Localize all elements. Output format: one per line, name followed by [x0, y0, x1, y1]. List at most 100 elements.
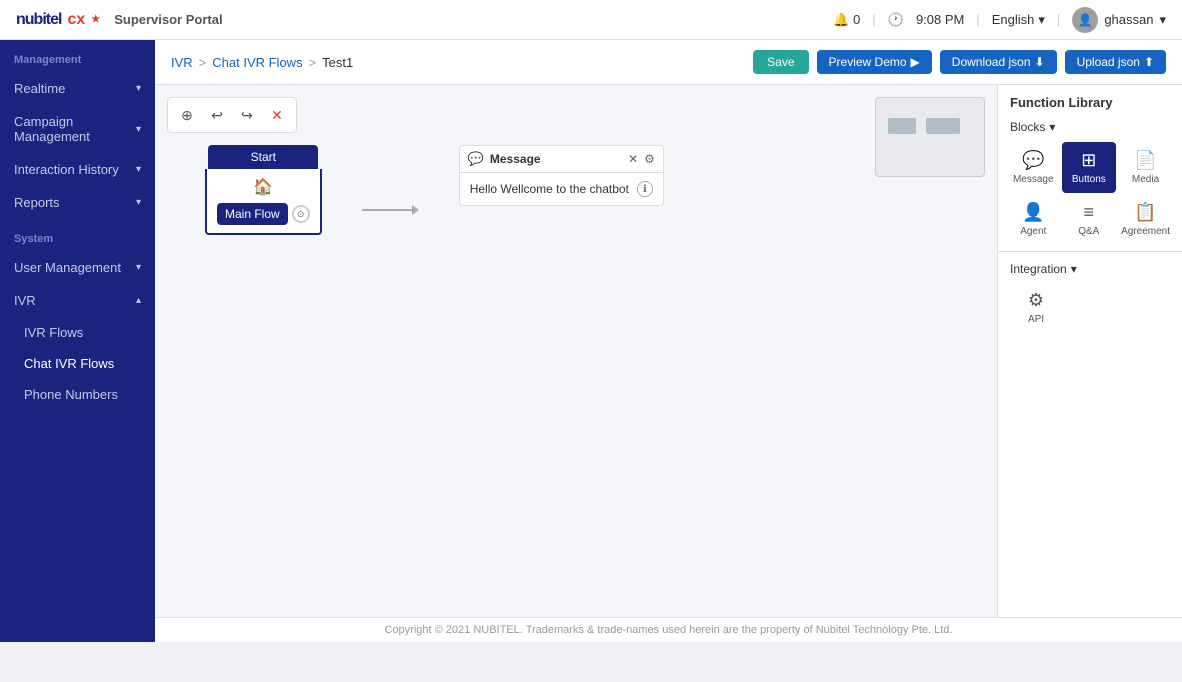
upload-label: Upload json	[1077, 55, 1140, 69]
message-title-row: 💬 Message	[468, 151, 541, 167]
arrow-connector	[362, 205, 419, 215]
blocks-dropdown[interactable]: Blocks ▾	[998, 116, 1182, 142]
user-menu[interactable]: 👤 ghassan ▾	[1072, 7, 1166, 33]
qa-func-label: Q&A	[1078, 226, 1099, 237]
canvas-wrapper: ⊕ ↩ ↪ ✕ Start 🏠	[155, 85, 1182, 642]
sidebar-sub-item-label: Chat IVR Flows	[24, 356, 114, 371]
function-item-qa[interactable]: ≡ Q&A	[1062, 194, 1117, 245]
canvas-clear-btn[interactable]: ✕	[264, 102, 290, 128]
breadcrumb-current: Test1	[322, 55, 353, 70]
buttons-func-icon: ⊞	[1081, 150, 1096, 171]
integration-dropdown[interactable]: Integration ▾	[998, 258, 1182, 284]
logo-cx: cx	[67, 11, 85, 29]
page-toolbar: IVR > Chat IVR Flows > Test1 Save Previe…	[155, 40, 1182, 85]
sidebar-sub-item-label: IVR Flows	[24, 325, 83, 340]
buttons-func-label: Buttons	[1072, 174, 1106, 185]
play-icon: ▶	[911, 55, 920, 69]
right-panel: Function Library Blocks ▾ 💬 Message ⊞ Bu…	[997, 85, 1182, 642]
sidebar-item-chat-ivr-flows[interactable]: Chat IVR Flows	[0, 348, 155, 379]
blocks-label: Blocks	[1010, 120, 1045, 134]
agent-func-icon: 👤	[1022, 202, 1044, 223]
sidebar-item-phone-numbers[interactable]: Phone Numbers	[0, 379, 155, 410]
function-item-buttons[interactable]: ⊞ Buttons	[1062, 142, 1117, 193]
upload-button[interactable]: Upload json ⬆	[1065, 50, 1166, 74]
start-tab: Start	[208, 145, 318, 169]
chevron-down-icon: ▾	[1038, 12, 1045, 28]
chevron-icon: ▾	[136, 262, 141, 273]
system-section-label: System	[0, 219, 155, 251]
user-chevron-icon: ▾	[1159, 12, 1166, 28]
clock-icon: 🕐	[888, 12, 904, 28]
breadcrumb-sep1: >	[199, 55, 207, 70]
sidebar-item-label: Campaign Management	[14, 114, 136, 144]
sidebar-item-ivr[interactable]: IVR ▴	[0, 284, 155, 317]
agreement-func-label: Agreement	[1121, 226, 1170, 237]
portal-title: Supervisor Portal	[114, 12, 222, 27]
canvas-redo-btn[interactable]: ↪	[234, 102, 260, 128]
logo: nubitel cx ★ Supervisor Portal	[16, 11, 223, 29]
message-header: 💬 Message ✕ ⚙	[459, 145, 664, 172]
chevron-icon: ▾	[136, 124, 141, 135]
sidebar-item-label: Interaction History	[14, 162, 119, 177]
sidebar-item-reports[interactable]: Reports ▾	[0, 186, 155, 219]
download-icon: ⬇	[1035, 55, 1045, 69]
chevron-icon: ▾	[136, 83, 141, 94]
mini-map-block1	[888, 118, 916, 134]
message-text: Hello Wellcome to the chatbot	[470, 182, 629, 196]
preview-label: Preview Demo	[829, 55, 907, 69]
message-icon: 💬	[468, 151, 484, 167]
main-flow-circle[interactable]: ⊙	[292, 205, 310, 223]
blocks-chevron-icon: ▾	[1049, 120, 1055, 134]
canvas-area[interactable]: ⊕ ↩ ↪ ✕ Start 🏠	[155, 85, 997, 642]
sidebar-item-interaction[interactable]: Interaction History ▾	[0, 153, 155, 186]
panel-divider	[998, 251, 1182, 252]
mini-map-inner	[876, 98, 984, 176]
language-label: English	[992, 12, 1035, 27]
agent-func-label: Agent	[1020, 226, 1046, 237]
main-content: IVR > Chat IVR Flows > Test1 Save Previe…	[155, 40, 1182, 642]
download-label: Download json	[952, 55, 1031, 69]
message-body: Hello Wellcome to the chatbot ℹ	[459, 172, 664, 206]
message-title: Message	[490, 152, 541, 166]
function-item-agent[interactable]: 👤 Agent	[1006, 194, 1061, 245]
canvas-home-btn[interactable]: ⊕	[174, 102, 200, 128]
download-button[interactable]: Download json ⬇	[940, 50, 1057, 74]
logo-star: ★	[91, 14, 100, 25]
message-settings-btn[interactable]: ⚙	[644, 152, 655, 166]
sidebar-item-campaign[interactable]: Campaign Management ▾	[0, 105, 155, 153]
language-selector[interactable]: English ▾	[992, 12, 1045, 28]
sidebar-item-label: Realtime	[14, 81, 65, 96]
save-button[interactable]: Save	[753, 50, 808, 74]
canvas-undo-btn[interactable]: ↩	[204, 102, 230, 128]
api-label: API	[1028, 314, 1044, 325]
function-item-media[interactable]: 📄 Media	[1117, 142, 1174, 193]
function-item-message[interactable]: 💬 Message	[1006, 142, 1061, 193]
sidebar-item-realtime[interactable]: Realtime ▾	[0, 72, 155, 105]
breadcrumb-ivr[interactable]: IVR	[171, 55, 193, 70]
message-func-label: Message	[1013, 174, 1054, 185]
message-header-actions: ✕ ⚙	[628, 152, 655, 166]
message-info-icon[interactable]: ℹ	[637, 181, 653, 197]
sidebar-item-label: User Management	[14, 260, 121, 275]
header-right: 🔔 0 | 🕐 9:08 PM | English ▾ | 👤 ghassan …	[833, 7, 1166, 33]
logo-text: nubitel	[16, 11, 61, 29]
bell-button[interactable]: 🔔 0	[833, 12, 860, 28]
chevron-icon: ▾	[136, 164, 141, 175]
sidebar-item-label: IVR	[14, 293, 36, 308]
breadcrumb-chat-ivr[interactable]: Chat IVR Flows	[212, 55, 302, 70]
divider2: |	[976, 12, 979, 27]
message-close-btn[interactable]: ✕	[628, 152, 638, 166]
function-item-agreement[interactable]: 📋 Agreement	[1117, 194, 1174, 245]
start-body: 🏠 Main Flow ⊙	[205, 169, 322, 235]
mini-map-block2	[926, 118, 960, 134]
function-item-api[interactable]: ⚙ API	[1010, 284, 1062, 331]
preview-button[interactable]: Preview Demo ▶	[817, 50, 932, 74]
main-flow-badge[interactable]: Main Flow	[217, 203, 288, 225]
header-time: 9:08 PM	[916, 12, 964, 27]
chevron-icon: ▾	[136, 197, 141, 208]
sidebar-item-ivr-flows[interactable]: IVR Flows	[0, 317, 155, 348]
sidebar-item-user-mgmt[interactable]: User Management ▾	[0, 251, 155, 284]
divider1: |	[872, 12, 875, 27]
api-icon: ⚙	[1028, 290, 1044, 311]
arrow-line	[362, 209, 412, 211]
